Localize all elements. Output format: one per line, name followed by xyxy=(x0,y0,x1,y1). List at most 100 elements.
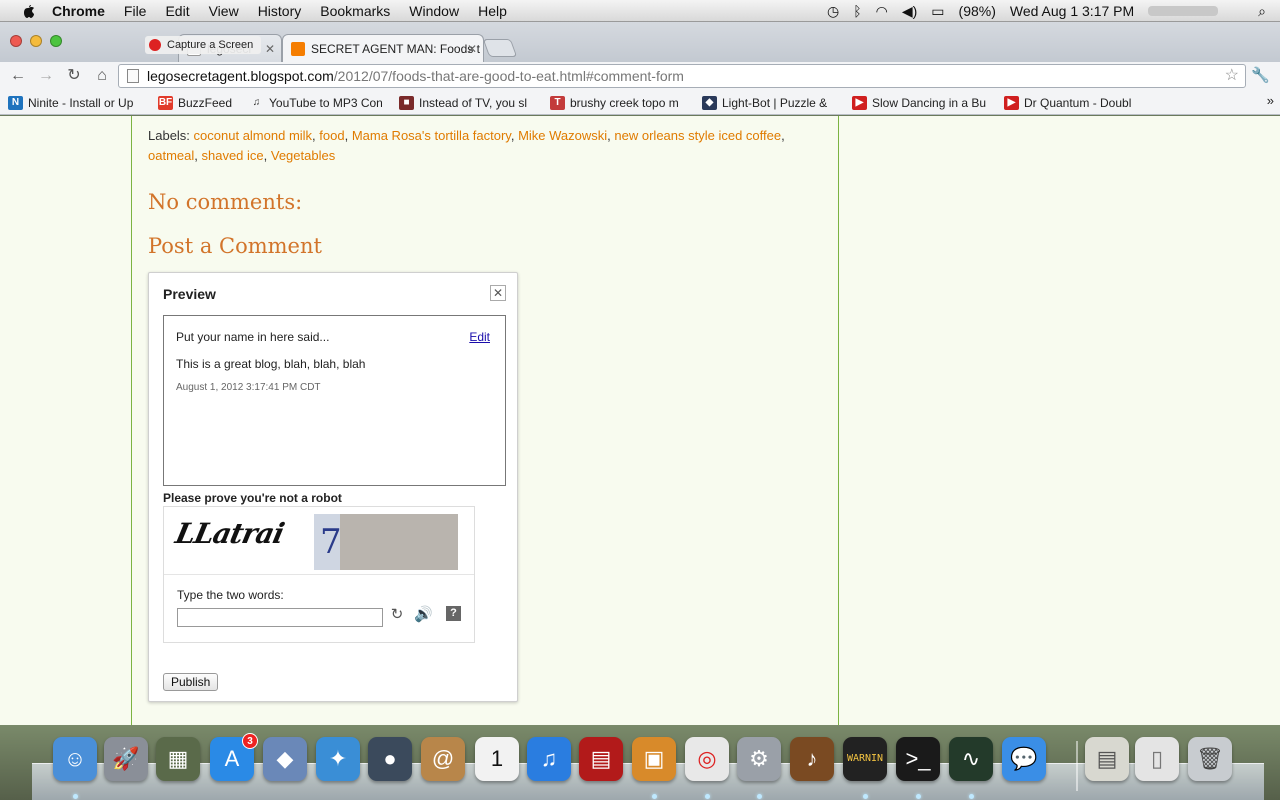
youtube-icon: ▶ xyxy=(852,96,867,110)
publish-button[interactable]: Publish xyxy=(163,673,219,691)
volume-icon[interactable]: ◀) xyxy=(902,3,917,20)
dock-activity-monitor-icon[interactable]: ∿ xyxy=(949,737,993,781)
edit-comment-link[interactable]: Edit xyxy=(469,330,490,344)
dock-terminal-icon[interactable]: >_ xyxy=(896,737,940,781)
audio-captcha-icon[interactable]: 🔊 xyxy=(414,605,433,623)
comment-preview-panel: Preview ✕ Put your name in here said... … xyxy=(148,272,518,702)
close-window-icon[interactable] xyxy=(10,35,22,47)
post-comment-heading: Post a Comment xyxy=(148,234,322,258)
dock-launchpad-icon[interactable]: 🚀 xyxy=(104,737,148,781)
more-bookmarks-chevron-icon[interactable]: » xyxy=(1267,93,1274,108)
zoom-window-icon[interactable] xyxy=(50,35,62,47)
running-indicator xyxy=(863,794,868,799)
label-link[interactable]: food xyxy=(319,128,344,143)
dock-address-book-icon[interactable]: @ xyxy=(421,737,465,781)
bookmark-dr-quantum[interactable]: ▶ Dr Quantum - Doubl xyxy=(1004,94,1138,112)
dock-photo-booth-icon[interactable]: ▦ xyxy=(156,737,200,781)
captcha-prompt: Please prove you're not a robot xyxy=(163,491,342,505)
bookmark-instead-of-tv[interactable]: ■ Instead of TV, you sl xyxy=(399,94,535,112)
labels-prefix: Labels: xyxy=(148,128,190,143)
user-name-blurred[interactable] xyxy=(1148,6,1219,16)
tab-secret-agent-man[interactable]: SECRET AGENT MAN: Foods t ✕ xyxy=(282,34,484,62)
tab-title: SECRET AGENT MAN: Foods t xyxy=(311,42,480,56)
youtube-icon: ▶ xyxy=(1004,96,1019,110)
label-link[interactable]: coconut almond milk xyxy=(194,128,313,143)
bookmark-slow-dancing[interactable]: ▶ Slow Dancing in a Bu xyxy=(852,94,988,112)
close-tab-icon[interactable]: ✕ xyxy=(467,35,477,62)
close-tab-icon[interactable]: ✕ xyxy=(265,35,275,62)
wrench-menu-icon[interactable]: 🔧 xyxy=(1251,66,1270,84)
comment-preview-frame: Put your name in here said... Edit This … xyxy=(163,315,506,486)
menu-bookmarks[interactable]: Bookmarks xyxy=(320,3,390,19)
menu-history[interactable]: History xyxy=(258,3,302,19)
capture-window-title: Capture a Screen xyxy=(167,39,254,51)
dock-itunes-icon[interactable]: ♫ xyxy=(527,737,571,781)
bookmark-light-bot[interactable]: ◆ Light-Bot | Puzzle & xyxy=(702,94,835,112)
bluetooth-icon[interactable]: ᛒ xyxy=(853,3,861,19)
dock-finder-icon[interactable]: ☺ xyxy=(53,737,97,781)
dock-ichat-icon[interactable]: 💬 xyxy=(1002,737,1046,781)
label-link[interactable]: shaved ice xyxy=(201,148,263,163)
wifi-icon[interactable]: ◠ xyxy=(876,3,888,20)
refresh-captcha-icon[interactable]: ↻ xyxy=(388,605,406,623)
forward-arrow-icon[interactable]: → xyxy=(36,66,56,86)
dock-console-icon[interactable]: WARNIN xyxy=(843,737,887,781)
url-path: /2012/07/foods-that-are-good-to-eat.html… xyxy=(333,68,684,84)
dock-garageband-icon[interactable]: ♪ xyxy=(790,737,834,781)
menubar: Chrome File Edit View History Bookmarks … xyxy=(0,0,1280,22)
dock-calendar-icon[interactable]: 1 xyxy=(475,737,519,781)
label-link[interactable]: Vegetables xyxy=(271,148,335,163)
dock-app-store-icon[interactable]: A3 xyxy=(210,733,258,781)
dock-system-preferences-icon[interactable]: ⚙ xyxy=(737,737,781,781)
minimize-window-icon[interactable] xyxy=(30,35,42,47)
menu-file[interactable]: File xyxy=(124,3,147,19)
post-labels: Labels: coconut almond milk, food, Mama … xyxy=(148,128,785,163)
running-indicator xyxy=(916,794,921,799)
menu-help[interactable]: Help xyxy=(478,3,507,19)
bookmark-label: Light-Bot | Puzzle & xyxy=(722,96,828,110)
battery-percent: (98%) xyxy=(958,3,996,19)
bookmark-star-icon[interactable]: ☆ xyxy=(1225,65,1239,87)
music-note-icon: ♫ xyxy=(249,96,264,110)
new-tab-button[interactable] xyxy=(482,39,518,57)
dock-downloads-icon[interactable]: ▤ xyxy=(1085,737,1129,781)
home-icon[interactable]: ⌂ xyxy=(92,66,112,86)
menu-app-name[interactable]: Chrome xyxy=(52,3,105,19)
label-link[interactable]: Mike Wazowski xyxy=(518,128,607,143)
bookmark-label: YouTube to MP3 Con xyxy=(269,96,382,110)
reload-icon[interactable]: ↻ xyxy=(64,66,84,86)
bookmark-youtube-mp3[interactable]: ♫ YouTube to MP3 Con xyxy=(249,94,382,112)
captcha-photo-number: 7 xyxy=(320,522,342,562)
bookmark-label: Slow Dancing in a Bu xyxy=(872,96,987,110)
apple-menu-icon[interactable] xyxy=(20,3,36,19)
close-preview-icon[interactable]: ✕ xyxy=(490,285,506,301)
battery-icon[interactable]: ▭ xyxy=(931,3,944,20)
bookmark-brushy-creek[interactable]: T brushy creek topo m xyxy=(550,94,685,112)
dock-trash-icon[interactable]: 🗑 xyxy=(1188,737,1232,781)
address-bar[interactable]: legosecretagent.blogspot.com/2012/07/foo… xyxy=(118,64,1246,88)
menu-edit[interactable]: Edit xyxy=(165,3,189,19)
dock-documents-icon[interactable]: ▯ xyxy=(1135,737,1179,781)
spotlight-icon[interactable]: ⌕ xyxy=(1258,3,1266,20)
back-arrow-icon[interactable]: ← xyxy=(8,66,28,86)
dock-iphoto-icon[interactable]: ▣ xyxy=(632,737,676,781)
time-machine-icon[interactable]: ◷ xyxy=(827,3,839,20)
dock-safari-icon[interactable]: ✦ xyxy=(316,737,360,781)
dock-facetime-icon[interactable]: ● xyxy=(368,737,412,781)
bookmark-buzzfeed[interactable]: BF BuzzFeed xyxy=(158,94,238,112)
dock-preview-icon[interactable]: ◆ xyxy=(263,737,307,781)
capture-screen-window[interactable]: Capture a Screen xyxy=(145,36,262,54)
dock-photo-booth-2-icon[interactable]: ▤ xyxy=(579,737,623,781)
bookmark-label: BuzzFeed xyxy=(178,96,233,110)
label-link[interactable]: Mama Rosa's tortilla factory xyxy=(352,128,511,143)
captcha-help-icon[interactable]: ? xyxy=(446,606,461,621)
menu-view[interactable]: View xyxy=(209,3,239,19)
menubar-clock[interactable]: Wed Aug 1 3:17 PM xyxy=(1010,3,1134,19)
bookmark-ninite[interactable]: N Ninite - Install or Up xyxy=(8,94,142,112)
dock-chrome-icon[interactable]: ◎ xyxy=(685,737,729,781)
label-link[interactable]: new orleans style iced coffee xyxy=(614,128,781,143)
menu-window[interactable]: Window xyxy=(409,3,459,19)
captcha-input[interactable] xyxy=(177,608,383,627)
label-link[interactable]: oatmeal xyxy=(148,148,194,163)
buzzfeed-icon: BF xyxy=(158,96,173,110)
